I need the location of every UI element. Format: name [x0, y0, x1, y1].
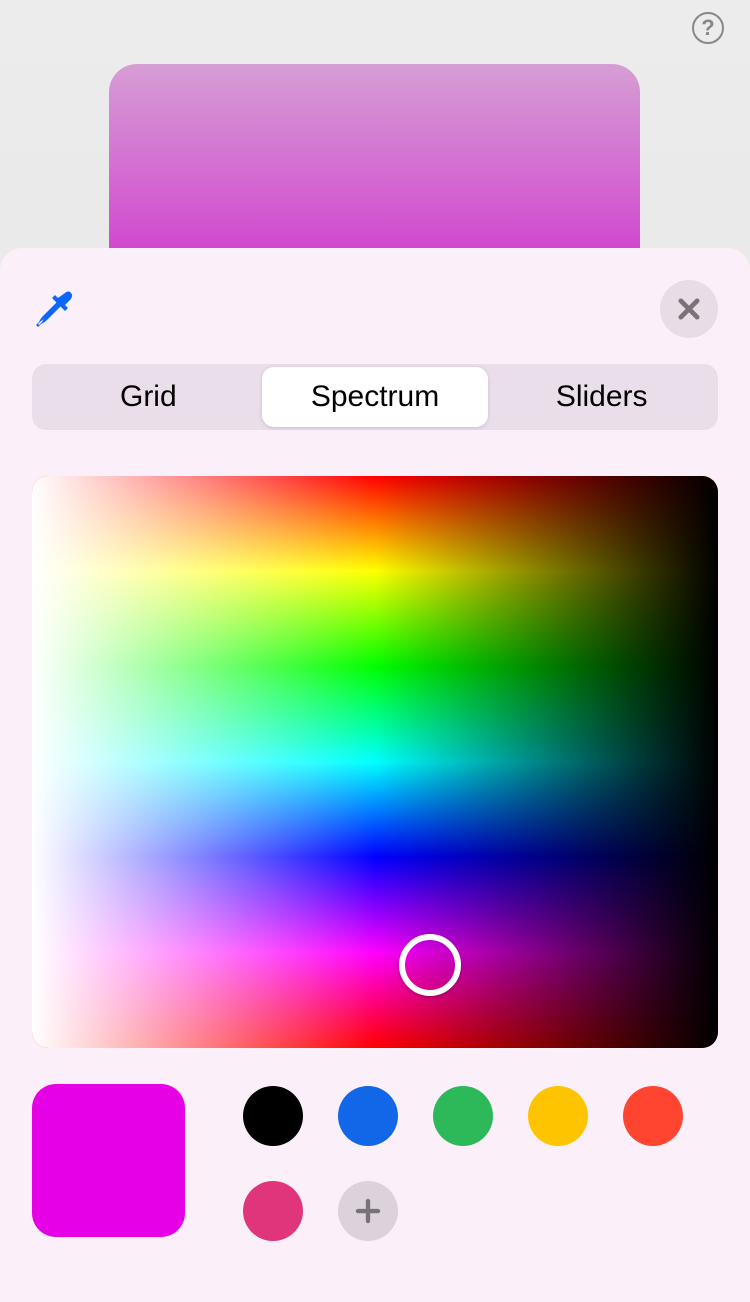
color-picker-sheet: Grid Spectrum Sliders	[0, 248, 750, 1302]
eyedropper-button[interactable]	[32, 287, 76, 331]
close-icon	[675, 295, 703, 323]
close-button[interactable]	[660, 280, 718, 338]
swatch-row	[32, 1084, 718, 1241]
eyedropper-icon	[35, 290, 73, 328]
current-color-swatch	[32, 1084, 185, 1237]
tab-grid[interactable]: Grid	[35, 367, 262, 427]
spectrum-picker[interactable]	[32, 476, 718, 1048]
preset-swatch-red[interactable]	[623, 1086, 683, 1146]
preset-swatch-blue[interactable]	[338, 1086, 398, 1146]
plus-icon	[353, 1196, 383, 1226]
add-swatch-button[interactable]	[338, 1181, 398, 1241]
picker-mode-tabs: Grid Spectrum Sliders	[32, 364, 718, 430]
preset-swatch-pink[interactable]	[243, 1181, 303, 1241]
spectrum-black-layer	[32, 476, 718, 1048]
sheet-header	[32, 280, 718, 338]
preset-swatch-green[interactable]	[433, 1086, 493, 1146]
help-button[interactable]: ?	[692, 12, 724, 44]
tab-sliders[interactable]: Sliders	[488, 367, 715, 427]
spectrum-cursor[interactable]	[399, 934, 461, 996]
preset-swatch-black[interactable]	[243, 1086, 303, 1146]
preset-swatches	[243, 1084, 718, 1241]
help-icon: ?	[701, 15, 714, 41]
preset-swatch-yellow[interactable]	[528, 1086, 588, 1146]
tab-spectrum[interactable]: Spectrum	[262, 367, 489, 427]
